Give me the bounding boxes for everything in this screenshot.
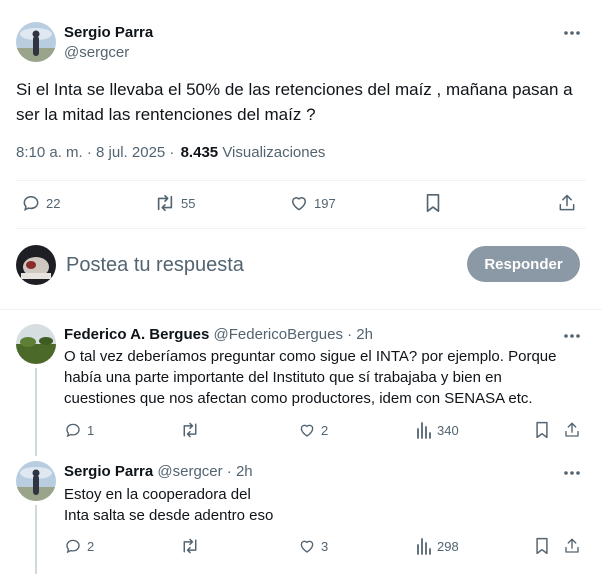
heart-icon bbox=[298, 421, 316, 439]
bookmark-icon bbox=[424, 193, 442, 213]
reply-avatar[interactable] bbox=[16, 324, 56, 364]
post-timestamp[interactable]: 8:10 a. m. · 8 jul. 2025 · bbox=[16, 144, 174, 161]
reply-author-name[interactable]: Federico A. Bergues bbox=[64, 326, 209, 343]
reply-header: Federico A. Bergues @FedericoBergues · 2… bbox=[64, 326, 373, 343]
repost-action[interactable] bbox=[180, 421, 200, 439]
repost-icon bbox=[154, 193, 176, 213]
divider bbox=[0, 309, 602, 310]
bookmark-action[interactable] bbox=[534, 421, 550, 439]
share-action[interactable] bbox=[563, 421, 581, 439]
share-action[interactable] bbox=[557, 193, 577, 213]
reply-action[interactable]: 1 bbox=[64, 421, 94, 439]
more-options-icon[interactable] bbox=[563, 470, 581, 476]
views-label: Visualizaciones bbox=[222, 144, 326, 161]
author-name[interactable]: Sergio Parra bbox=[64, 24, 153, 41]
thread-line bbox=[35, 368, 37, 456]
reply-avatar[interactable] bbox=[16, 461, 56, 501]
reply-count: 22 bbox=[46, 195, 61, 211]
reply-text-line: Inta salta se desde adentro eso bbox=[64, 507, 274, 524]
like-action[interactable]: 3 bbox=[298, 537, 328, 555]
divider bbox=[16, 228, 586, 229]
reply-text: Estoy en la cooperadora del Inta salta s… bbox=[64, 484, 589, 526]
reply-action[interactable]: 2 bbox=[64, 537, 94, 555]
like-count: 2 bbox=[321, 422, 329, 438]
heart-icon bbox=[298, 537, 316, 555]
reply-author-meta[interactable]: @sergcer · 2h bbox=[157, 463, 252, 480]
share-icon bbox=[563, 421, 581, 439]
thread-line bbox=[35, 505, 37, 574]
reply-input[interactable]: Postea tu respuesta bbox=[66, 254, 244, 277]
bookmark-icon bbox=[534, 421, 550, 439]
heart-icon bbox=[289, 193, 309, 213]
like-count: 197 bbox=[314, 195, 336, 211]
reply-icon bbox=[64, 421, 82, 439]
more-options-icon[interactable] bbox=[563, 333, 581, 339]
author-avatar[interactable] bbox=[16, 22, 56, 62]
views-action[interactable]: 340 bbox=[416, 421, 459, 439]
reply-text-line: Estoy en la cooperadora del bbox=[64, 486, 251, 503]
repost-action[interactable] bbox=[180, 537, 200, 555]
views-count: 340 bbox=[437, 422, 459, 438]
more-options-icon[interactable] bbox=[563, 30, 581, 36]
views-count: 8.435 bbox=[180, 144, 219, 161]
reply-author-name[interactable]: Sergio Parra bbox=[64, 463, 153, 480]
reply-text-line: había una parte importante del Instituto… bbox=[64, 369, 502, 386]
reply-icon bbox=[21, 193, 41, 213]
analytics-icon bbox=[416, 421, 432, 439]
like-action[interactable]: 2 bbox=[298, 421, 328, 439]
share-icon bbox=[557, 193, 577, 213]
share-action[interactable] bbox=[563, 537, 581, 555]
post-meta: 8:10 a. m. · 8 jul. 2025 · 8.435 Visuali… bbox=[16, 144, 325, 161]
reply-action[interactable]: 22 bbox=[21, 193, 60, 213]
divider bbox=[16, 180, 586, 181]
views-action[interactable]: 298 bbox=[416, 537, 459, 555]
analytics-icon bbox=[416, 537, 432, 555]
reply-author-meta[interactable]: @FedericoBergues · 2h bbox=[214, 326, 373, 343]
repost-action[interactable]: 55 bbox=[154, 193, 195, 213]
repost-icon bbox=[180, 537, 200, 555]
reply-count: 2 bbox=[87, 538, 95, 554]
reply-text-line: cuestiones que nos afectan como producto… bbox=[64, 390, 533, 407]
bookmark-action[interactable] bbox=[534, 537, 550, 555]
post-text-line: Si el Inta se llevaba el 50% de las rete… bbox=[16, 80, 573, 99]
reply-text: O tal vez deberíamos preguntar como sigu… bbox=[64, 346, 589, 409]
user-avatar[interactable] bbox=[16, 245, 56, 285]
bookmark-icon bbox=[534, 537, 550, 555]
reply-count: 1 bbox=[87, 422, 95, 438]
like-count: 3 bbox=[321, 538, 329, 554]
post-text: Si el Inta se llevaba el 50% de las rete… bbox=[16, 77, 596, 127]
share-icon bbox=[563, 537, 581, 555]
reply-submit-button[interactable]: Responder bbox=[467, 246, 580, 282]
views-count: 298 bbox=[437, 538, 459, 554]
reply-text-line: O tal vez deberíamos preguntar como sigu… bbox=[64, 348, 557, 365]
reply-icon bbox=[64, 537, 82, 555]
post-text-line: ser la mitad las rentenciones del maíz ? bbox=[16, 105, 316, 124]
like-action[interactable]: 197 bbox=[289, 193, 336, 213]
reply-header: Sergio Parra @sergcer · 2h bbox=[64, 463, 253, 480]
bookmark-action[interactable] bbox=[424, 193, 442, 213]
author-handle[interactable]: @sergcer bbox=[64, 44, 129, 61]
repost-count: 55 bbox=[181, 195, 196, 211]
repost-icon bbox=[180, 421, 200, 439]
